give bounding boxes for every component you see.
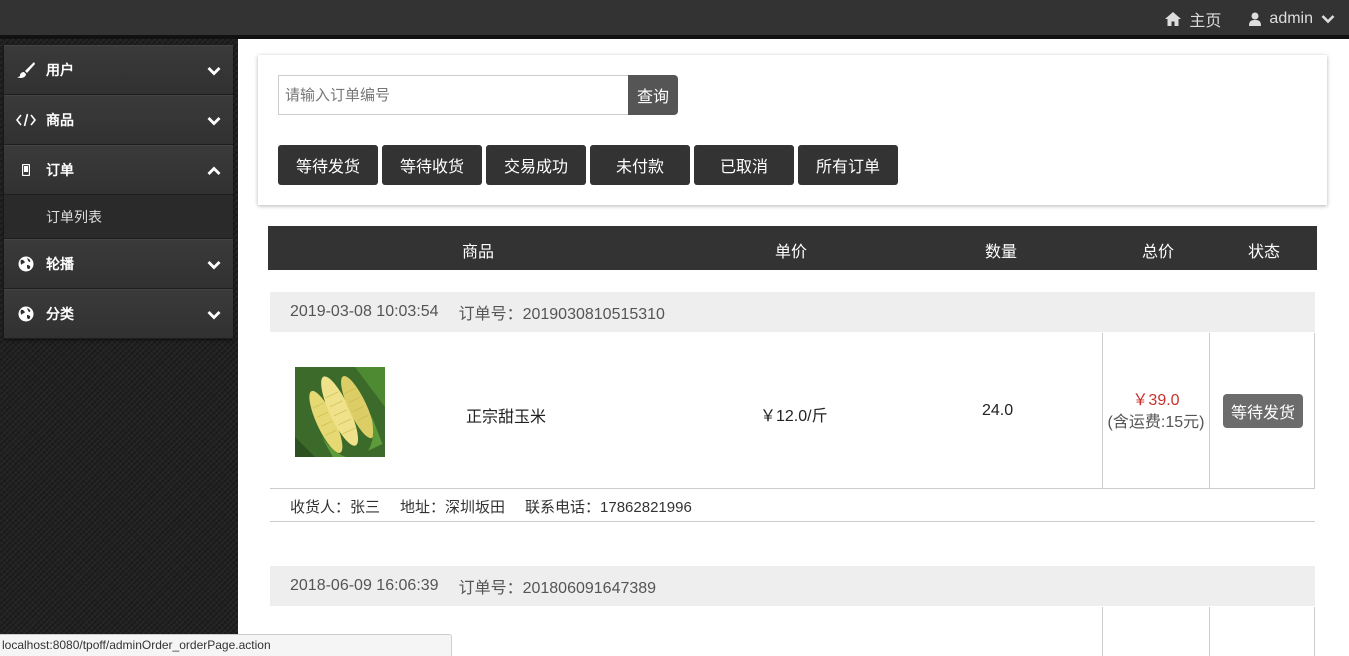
- order-header: 2018-06-09 16:06:39 订单号：201806091647389: [270, 566, 1315, 606]
- column-divider: [1102, 607, 1103, 656]
- chevron-down-icon: [1321, 14, 1335, 24]
- order-number: 订单号：2019030810515310: [458, 306, 665, 323]
- column-header-total: 总价: [1142, 244, 1175, 261]
- mobile-icon: [16, 162, 36, 178]
- sidebar-item-carousel[interactable]: 轮播: [4, 239, 233, 289]
- sidebar-subitem-order-list[interactable]: 订单列表: [4, 195, 233, 239]
- chevron-up-icon: [207, 163, 221, 179]
- sidebar-item-orders[interactable]: 订单: [4, 145, 233, 195]
- order-row: 正宗甜玉米 ￥12.0/斤 24.0 ￥39.0 (含运费:15元) 等待发货: [270, 333, 1315, 489]
- filter-cancelled-button[interactable]: 已取消: [694, 145, 794, 185]
- sidebar-item-label: 用户: [46, 62, 74, 78]
- quantity: 24.0: [982, 402, 1014, 419]
- filter-completed-button[interactable]: 交易成功: [486, 145, 586, 185]
- sidebar-item-label: 订单: [46, 162, 74, 178]
- code-icon: [16, 112, 36, 128]
- order-number: 订单号：201806091647389: [458, 580, 657, 597]
- receiver-name: 收货人：张三: [290, 499, 381, 516]
- sidebar-item-label: 轮播: [46, 256, 74, 272]
- receiver-info: 收货人：张三 地址：深圳坂田 联系电话：17862821996: [290, 496, 692, 517]
- globe-icon: [16, 256, 36, 272]
- filter-awaiting-shipment-button[interactable]: 等待发货: [278, 145, 378, 185]
- column-divider: [1209, 607, 1210, 656]
- column-header-quantity: 数量: [985, 244, 1018, 261]
- total-price: ￥39.0: [1132, 392, 1180, 409]
- globe-icon: [16, 306, 36, 322]
- sidebar: 用户 商品 订单 订单列表 轮播 分类: [0, 39, 238, 656]
- sidebar-item-label: 商品: [46, 112, 74, 128]
- chevron-down-icon: [207, 257, 221, 273]
- top-bar: 主页 admin: [0, 0, 1349, 39]
- filter-unpaid-button[interactable]: 未付款: [590, 145, 690, 185]
- user-menu[interactable]: admin: [1249, 10, 1335, 28]
- sidebar-item-users[interactable]: 用户: [4, 45, 233, 95]
- column-divider: [1314, 333, 1315, 489]
- table-header: 商品 单价 数量 总价 状态: [268, 226, 1317, 270]
- top-nav: 主页 admin: [1165, 0, 1335, 38]
- chevron-down-icon: [207, 63, 221, 79]
- sidebar-item-label: 分类: [46, 306, 74, 322]
- search-panel: 查询 等待发货 等待收货 交易成功 未付款 已取消 所有订单: [258, 55, 1327, 205]
- home-link[interactable]: 主页: [1165, 7, 1221, 31]
- order-header: 2019-03-08 10:03:54 订单号：2019030810515310: [270, 292, 1315, 332]
- chevron-down-icon: [207, 307, 221, 323]
- status-filter-bar: 等待发货 等待收货 交易成功 未付款 已取消 所有订单: [278, 145, 898, 185]
- unit-price: ￥12.0/斤: [760, 408, 828, 425]
- user-icon: [1249, 12, 1262, 26]
- user-label: admin: [1269, 10, 1313, 27]
- chevron-down-icon: [207, 113, 221, 129]
- row-divider: [270, 521, 1315, 522]
- order-number-input[interactable]: [278, 75, 628, 115]
- order-status-button[interactable]: 等待发货: [1223, 394, 1303, 428]
- receiver-phone: 联系电话：17862821996: [525, 499, 692, 516]
- column-header-product: 商品: [462, 244, 495, 261]
- product-name[interactable]: 正宗甜玉米: [466, 403, 546, 427]
- order-datetime: 2019-03-08 10:03:54: [290, 303, 439, 320]
- filter-all-orders-button[interactable]: 所有订单: [798, 145, 898, 185]
- receiver-address: 地址：深圳坂田: [400, 499, 506, 516]
- shipping-fee: (含运费:15元): [1107, 414, 1205, 431]
- total-price-cell: ￥39.0 (含运费:15元): [1102, 390, 1210, 434]
- sidebar-menu: 用户 商品 订单 订单列表 轮播 分类: [4, 45, 233, 339]
- home-label: 主页: [1189, 13, 1222, 30]
- column-header-unit-price: 单价: [775, 244, 808, 261]
- order-datetime: 2018-06-09 16:06:39: [290, 577, 439, 594]
- brush-icon: [16, 62, 36, 78]
- home-icon: [1165, 12, 1182, 26]
- column-divider: [1314, 607, 1315, 656]
- row-divider: [270, 488, 1315, 489]
- sidebar-item-products[interactable]: 商品: [4, 95, 233, 145]
- column-header-status: 状态: [1248, 244, 1281, 261]
- product-image[interactable]: [295, 367, 385, 466]
- browser-status-url: localhost:8080/tpoff/adminOrder_orderPag…: [0, 634, 452, 656]
- sidebar-item-category[interactable]: 分类: [4, 289, 233, 339]
- search-button[interactable]: 查询: [628, 75, 678, 115]
- filter-awaiting-receipt-button[interactable]: 等待收货: [382, 145, 482, 185]
